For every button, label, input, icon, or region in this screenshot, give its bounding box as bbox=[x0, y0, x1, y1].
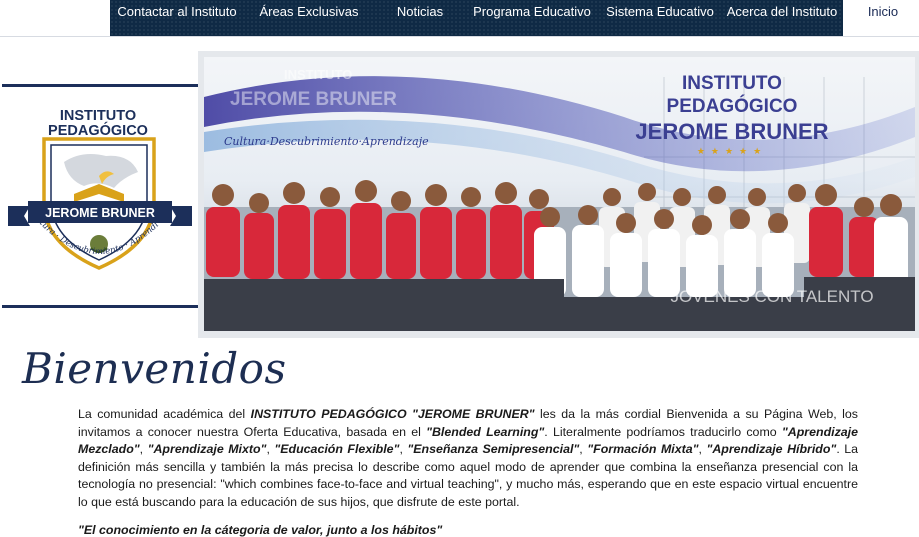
nav-acerca[interactable]: Acerca del Instituto bbox=[726, 0, 838, 26]
banner-title-2: PEDAGÓGICO bbox=[667, 95, 798, 117]
welcome-bold-mixto: "Aprendizaje Mixto" bbox=[147, 442, 267, 457]
welcome-bold-blended: "Blended Learning" bbox=[426, 424, 545, 439]
welcome-bold-hibrido: "Aprendizaje Híbrido" bbox=[706, 442, 837, 457]
banner-stars-icon: ★★★★★ bbox=[697, 147, 767, 157]
logo-panel: INSTITUTO PEDAGÓGICO JEROME BRUNER Cultu… bbox=[0, 77, 198, 308]
welcome-text-1: La comunidad académica del bbox=[78, 407, 251, 421]
welcome-paragraph: La comunidad académica del INSTITUTO PED… bbox=[78, 406, 858, 512]
logo-line1: INSTITUTO bbox=[60, 108, 136, 124]
nav-sistema-educativo[interactable]: Sistema Educativo bbox=[604, 0, 716, 26]
banner-caption: JOVENES CON TALENTO bbox=[670, 287, 873, 306]
welcome-bold-institute: INSTITUTO PEDAGÓGICO "JEROME BRUNER" bbox=[250, 407, 535, 421]
top-navigation: Contactar al Instituto Áreas Exclusivas … bbox=[0, 0, 919, 36]
welcome-bold-formacion: "Formación Mixta" bbox=[587, 442, 699, 457]
banner-title-1: INSTITUTO bbox=[682, 73, 782, 94]
ribbon-left-tail bbox=[8, 206, 30, 226]
banner-tagline: Cultura·Descubrimiento·Aprendizaje bbox=[224, 135, 429, 148]
nav-divider bbox=[0, 36, 919, 37]
nav-inicio[interactable]: Inicio bbox=[852, 0, 914, 26]
welcome-bold-semipresencial: "Enseñanza Semipresencial" bbox=[407, 442, 580, 457]
ribbon-right-tail bbox=[170, 206, 192, 226]
welcome-bold-flexible: "Educación Flexible" bbox=[274, 442, 400, 457]
hero-banner[interactable]: INSTITUTO JEROME BRUNER Cultura·Descubri… bbox=[204, 57, 915, 331]
nav-contactar[interactable]: Contactar al Instituto bbox=[117, 0, 237, 26]
nav-programa-educativo[interactable]: Programa Educativo bbox=[472, 0, 592, 26]
students-photo bbox=[204, 180, 915, 331]
banner-ghost-1: INSTITUTO bbox=[284, 67, 352, 82]
welcome-quote: "El conocimiento en la cátegoria de valo… bbox=[78, 523, 443, 537]
logo-bottom-rule bbox=[2, 305, 198, 308]
nav-areas-exclusivas[interactable]: Áreas Exclusivas bbox=[255, 0, 363, 26]
welcome-sep-1: , bbox=[139, 442, 148, 457]
logo-top-rule bbox=[2, 84, 198, 87]
banner-ghost-2: JEROME BRUNER bbox=[230, 89, 397, 110]
banner-title-3: JEROME BRUNER bbox=[635, 119, 828, 144]
logo-line2: PEDAGÓGICO bbox=[48, 121, 148, 139]
banner-graphic: INSTITUTO JEROME BRUNER Cultura·Descubri… bbox=[204, 67, 915, 331]
welcome-heading: Bienvenidos bbox=[22, 344, 287, 393]
nav-noticias[interactable]: Noticias bbox=[390, 0, 450, 26]
welcome-text-3: . Literalmente podríamos traducirlo como bbox=[544, 424, 782, 439]
logo-ribbon-text: JEROME BRUNER bbox=[45, 206, 155, 220]
institute-crest-logo[interactable]: INSTITUTO PEDAGÓGICO JEROME BRUNER Cultu… bbox=[0, 77, 198, 308]
